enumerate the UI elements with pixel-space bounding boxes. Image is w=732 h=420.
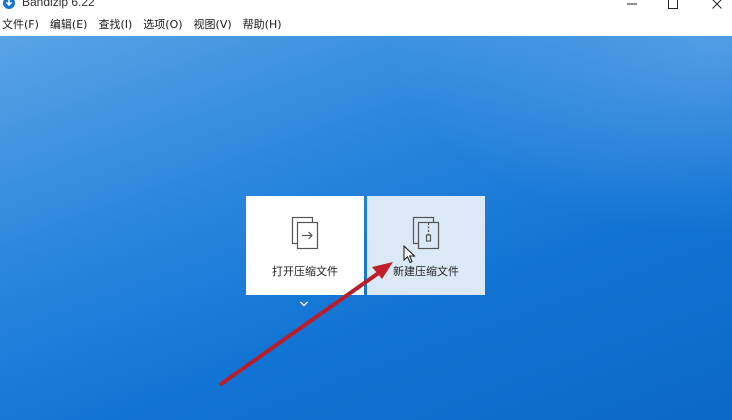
window-title: Bandizip 6.22 — [22, 0, 95, 9]
minimize-icon — [627, 3, 637, 5]
menu-view[interactable]: 视图(V) — [192, 14, 237, 36]
maximize-icon — [668, 0, 678, 9]
mouse-cursor-icon — [403, 245, 416, 264]
menu-find[interactable]: 查找(I) — [96, 14, 137, 36]
start-screen: 打开压缩文件 新建压缩文件 — [0, 36, 732, 420]
menu-file[interactable]: 文件(F) — [0, 14, 44, 36]
maximize-button[interactable] — [650, 0, 696, 14]
bandizip-window: Bandizip 6.22 文件(F) 编辑(E) 查找(I) 选项(O) 视图… — [0, 0, 732, 420]
close-button[interactable] — [694, 0, 732, 14]
menu-edit[interactable]: 编辑(E) — [48, 14, 93, 36]
menu-help[interactable]: 帮助(H) — [241, 14, 287, 36]
annotation-arrow — [219, 262, 393, 386]
minimize-button[interactable] — [609, 0, 655, 14]
bandizip-logo-icon — [3, 0, 15, 9]
title-bar: Bandizip 6.22 — [0, 0, 732, 14]
menu-bar: 文件(F) 编辑(E) 查找(I) 选项(O) 视图(V) 帮助(H) — [0, 14, 732, 36]
close-icon — [712, 0, 722, 9]
menu-options[interactable]: 选项(O) — [141, 14, 187, 36]
